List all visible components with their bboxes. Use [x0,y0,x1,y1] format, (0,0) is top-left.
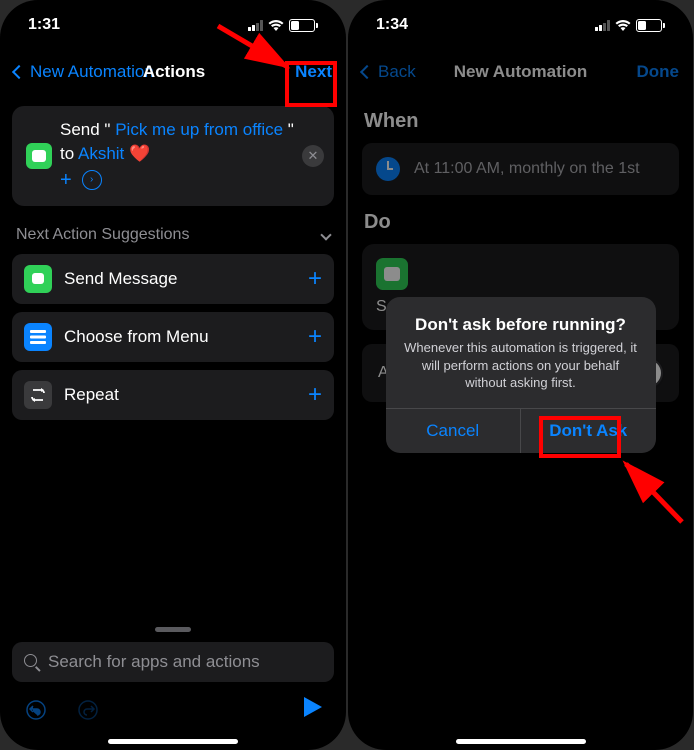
left-phone-screen: 1:31 33 New Automation Actions Next Send… [0,0,346,750]
messages-app-icon [24,265,52,293]
suggestions-title: Next Action Suggestions [16,226,189,244]
dialog-title: Don't ask before running? [402,315,640,335]
dialog-message: Whenever this automation is triggered, i… [402,339,640,392]
remove-action-button[interactable]: ✕ [302,145,324,167]
modal-overlay: Don't ask before running? Whenever this … [348,0,693,750]
recipient-token[interactable]: Akshit [78,144,124,163]
suggestion-repeat[interactable]: Repeat + [12,370,334,420]
status-indicators: 33 [248,19,318,32]
run-button[interactable] [304,697,322,723]
add-suggestion-button[interactable]: + [308,265,322,293]
status-bar: 1:31 33 [0,0,346,50]
menu-icon [24,323,52,351]
add-suggestion-button[interactable]: + [308,381,322,409]
suggestion-choose-menu[interactable]: Choose from Menu + [12,312,334,362]
cancel-button[interactable]: Cancel [386,409,522,453]
suggestion-send-message[interactable]: Send Message + [12,254,334,304]
suggestions-header[interactable]: Next Action Suggestions [12,206,334,254]
back-label: New Automation [30,62,154,82]
search-icon [24,654,40,670]
send-message-action-card[interactable]: Send " Pick me up from office " to Akshi… [12,106,334,206]
chevron-down-icon [320,229,331,240]
search-area: Search for apps and actions [12,627,334,682]
heart-icon: ❤️ [129,144,150,163]
add-variable-button[interactable]: + [60,166,72,194]
add-suggestion-button[interactable]: + [308,323,322,351]
nav-title: Actions [143,62,205,82]
cellular-icon [248,20,263,31]
bottom-toolbar [0,688,346,732]
action-text: Send " Pick me up from office " to Akshi… [60,118,294,194]
home-indicator[interactable] [108,739,238,744]
undo-button[interactable] [24,698,48,722]
chevron-left-icon [12,65,26,79]
search-placeholder: Search for apps and actions [48,652,260,672]
right-phone-screen: 1:34 32 Back New Automation Done When At… [348,0,693,750]
back-button[interactable]: New Automation [14,62,154,82]
search-input[interactable]: Search for apps and actions [12,642,334,682]
wifi-icon [268,19,284,31]
navigation-bar: New Automation Actions Next [0,50,346,94]
messages-app-icon [26,143,52,169]
redo-button[interactable] [76,698,100,722]
battery-icon: 33 [289,19,318,32]
sheet-grabber[interactable] [155,627,191,632]
next-button[interactable]: Next [295,62,332,82]
content-area: Send " Pick me up from office " to Akshi… [0,94,346,440]
message-content-token[interactable]: Pick me up from office [115,120,283,139]
repeat-icon [24,381,52,409]
status-time: 1:31 [28,16,248,34]
expand-action-button[interactable]: › [82,170,102,190]
dont-ask-button[interactable]: Don't Ask [521,409,656,453]
confirmation-dialog: Don't ask before running? Whenever this … [386,297,656,453]
